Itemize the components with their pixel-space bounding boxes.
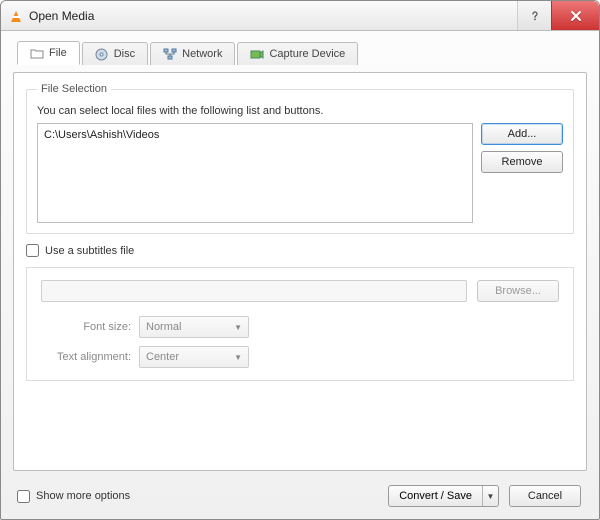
subtitles-checkbox[interactable] <box>26 244 39 257</box>
tab-file-label: File <box>49 47 67 59</box>
open-media-dialog: Open Media File <box>0 0 600 520</box>
titlebar: Open Media <box>1 1 599 31</box>
remove-button[interactable]: Remove <box>481 151 563 173</box>
list-item[interactable]: C:\Users\Ashish\Videos <box>44 128 466 142</box>
help-button[interactable] <box>517 1 551 30</box>
window-title: Open Media <box>29 9 511 23</box>
dialog-footer: Show more options Convert / Save ▼ Cance… <box>13 479 587 509</box>
text-align-select: Center ▼ <box>139 346 249 368</box>
tab-capture-label: Capture Device <box>269 48 345 60</box>
text-align-value: Center <box>146 351 179 363</box>
close-icon <box>570 10 582 22</box>
file-list[interactable]: C:\Users\Ashish\Videos <box>37 123 473 223</box>
chevron-down-icon: ▼ <box>234 323 242 332</box>
capture-icon <box>250 47 264 61</box>
tab-capture[interactable]: Capture Device <box>237 42 358 65</box>
tabstrip: File Disc Network Capture Device <box>13 41 587 65</box>
font-size-value: Normal <box>146 321 181 333</box>
tab-file[interactable]: File <box>17 41 80 65</box>
network-icon <box>163 47 177 61</box>
disc-icon <box>95 47 109 61</box>
text-align-label: Text alignment: <box>41 351 131 363</box>
convert-save-label: Convert / Save <box>389 486 482 506</box>
tab-disc[interactable]: Disc <box>82 42 148 65</box>
tab-page-file: File Selection You can select local file… <box>13 72 587 471</box>
show-more-checkbox[interactable] <box>17 490 30 503</box>
file-selection-legend: File Selection <box>37 83 111 95</box>
client-area: File Disc Network Capture Device <box>1 31 599 519</box>
subtitles-group: Browse... Font size: Normal ▼ Text align… <box>26 267 574 381</box>
file-selection-hint: You can select local files with the foll… <box>37 105 563 117</box>
help-icon <box>529 10 541 22</box>
add-button[interactable]: Add... <box>481 123 563 145</box>
folder-icon <box>30 46 44 60</box>
subtitles-path-input <box>41 280 467 302</box>
tab-network-label: Network <box>182 48 222 60</box>
tab-disc-label: Disc <box>114 48 135 60</box>
show-more-label: Show more options <box>36 490 130 502</box>
font-size-label: Font size: <box>41 321 131 333</box>
caption-buttons <box>517 1 599 30</box>
tab-network[interactable]: Network <box>150 42 235 65</box>
chevron-down-icon: ▼ <box>234 353 242 362</box>
close-button[interactable] <box>551 1 599 30</box>
cancel-button[interactable]: Cancel <box>509 485 581 507</box>
convert-save-dropdown[interactable]: ▼ <box>482 486 498 506</box>
subtitles-browse-button: Browse... <box>477 280 559 302</box>
subtitles-checkbox-label: Use a subtitles file <box>45 245 134 257</box>
vlc-icon <box>9 9 23 23</box>
subtitles-check-row: Use a subtitles file <box>26 244 574 257</box>
chevron-down-icon: ▼ <box>487 492 495 501</box>
font-size-select: Normal ▼ <box>139 316 249 338</box>
convert-save-button[interactable]: Convert / Save ▼ <box>388 485 499 507</box>
file-selection-group: File Selection You can select local file… <box>26 83 574 234</box>
